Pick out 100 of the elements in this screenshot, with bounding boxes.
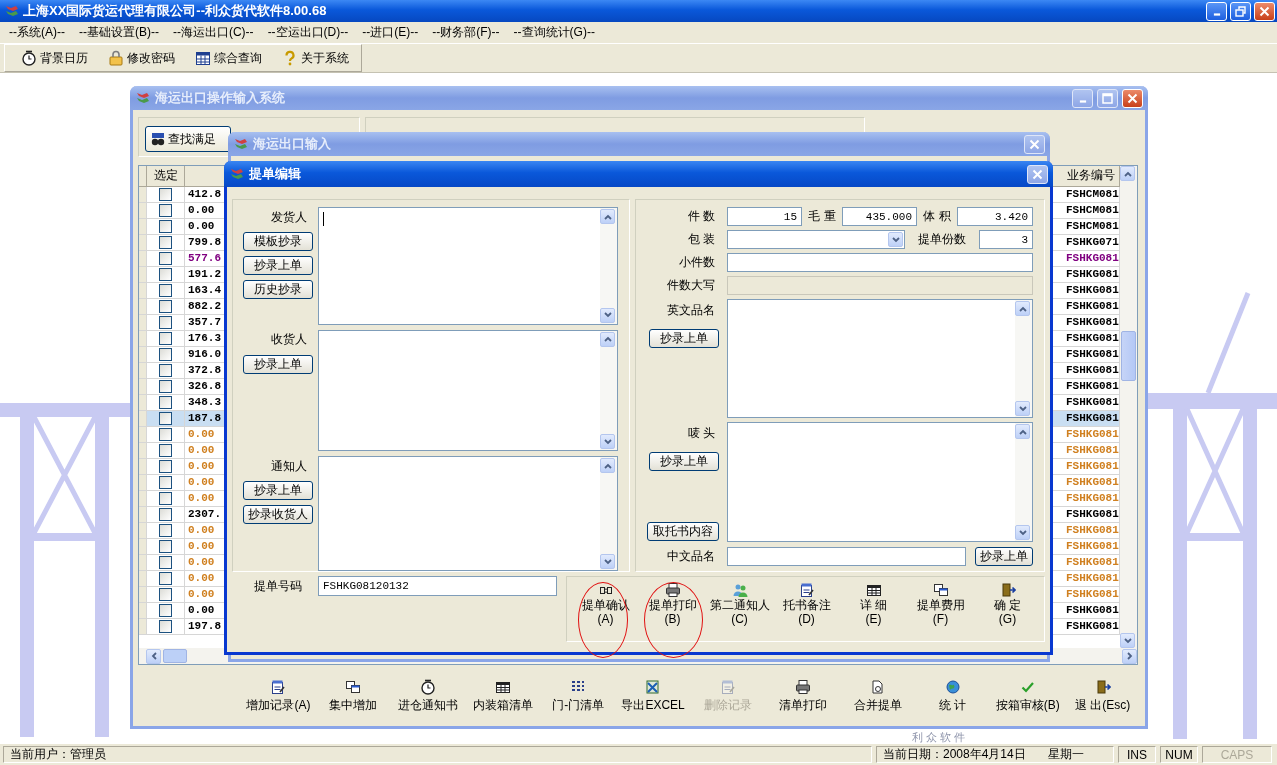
checkbox[interactable] (159, 587, 172, 601)
menu-item[interactable]: --进口(E)-- (355, 24, 426, 41)
copy-button[interactable]: 抄录上单 (649, 329, 719, 348)
copy-button[interactable]: 抄录上单 (243, 354, 313, 374)
copy-button[interactable]: 抄录上单 (243, 481, 313, 501)
scrollbar[interactable] (1015, 300, 1032, 417)
checkbox[interactable] (159, 459, 172, 473)
checkbox[interactable] (159, 251, 172, 265)
checkbox[interactable] (159, 523, 172, 537)
scroll-down-button[interactable] (600, 307, 615, 323)
dropdown[interactable] (727, 230, 905, 249)
menu-item[interactable]: --查询统计(G)-- (506, 24, 602, 41)
checkbox[interactable] (159, 347, 172, 361)
checkbox[interactable] (159, 539, 172, 553)
checkbox[interactable] (159, 299, 172, 313)
checkbox[interactable] (159, 331, 172, 345)
text-area[interactable] (318, 329, 618, 452)
action-button[interactable]: 详 细 (E) (859, 582, 888, 641)
scroll-up-button[interactable] (1120, 166, 1135, 181)
toolbar-button[interactable]: 清单打印 (765, 679, 841, 714)
text-area[interactable] (318, 207, 618, 325)
scrollbar[interactable] (600, 208, 617, 324)
checkbox[interactable] (159, 571, 172, 585)
action-button[interactable]: 提单费用 (F) (916, 582, 965, 641)
toolbar-button[interactable]: 增加记录(A) (241, 679, 316, 714)
action-button[interactable]: 确 定 (G) (993, 582, 1022, 641)
menu-item[interactable]: --海运出口(C)-- (165, 24, 261, 41)
toolbar-button[interactable]: 背景日历 (21, 49, 88, 67)
checkbox[interactable] (159, 603, 172, 617)
scrollbar[interactable] (600, 330, 617, 451)
checkbox[interactable] (159, 267, 172, 281)
copy-button[interactable]: 模板抄录 (243, 232, 313, 251)
scroll-thumb[interactable] (163, 649, 187, 663)
toolbar-button[interactable]: 导出EXCEL (615, 679, 691, 714)
copy-button[interactable]: 抄录上单 (649, 452, 719, 471)
checkbox[interactable] (159, 491, 172, 505)
action-button[interactable]: 托书备注 (D) (782, 582, 831, 641)
toolbar-button[interactable]: 合并提单 (840, 679, 916, 714)
menu-item[interactable]: --财务部(F)-- (425, 24, 507, 41)
scroll-up-button[interactable] (1015, 424, 1030, 439)
input-field[interactable] (727, 546, 967, 566)
input-field[interactable] (727, 253, 1033, 272)
menu-item[interactable]: --空运出口(D)-- (260, 24, 356, 41)
scrollbar[interactable] (1015, 423, 1032, 541)
close-button[interactable] (1024, 134, 1045, 154)
close-button[interactable] (1027, 164, 1048, 184)
text-area[interactable] (318, 456, 618, 571)
scroll-up-button[interactable] (600, 458, 615, 474)
copy-button[interactable]: 抄录收货人 (243, 505, 313, 525)
scroll-up-button[interactable] (600, 209, 615, 224)
checkbox[interactable] (159, 235, 172, 249)
scroll-down-button[interactable] (1015, 525, 1030, 540)
fetch-button[interactable]: 取托书内容 (647, 522, 719, 541)
toolbar-button[interactable]: 门-门清单 (540, 679, 616, 714)
scroll-right-button[interactable] (1122, 648, 1137, 664)
checkbox[interactable] (159, 619, 172, 633)
scroll-left-button[interactable] (146, 648, 161, 664)
toolbar-button[interactable]: 关于系统 (282, 49, 349, 67)
search-button[interactable]: 查找满足 (145, 126, 231, 152)
copy-button[interactable]: 抄录上单 (975, 546, 1033, 566)
input-field[interactable]: 3.420 (957, 207, 1033, 226)
checkbox[interactable] (159, 475, 172, 489)
input-field[interactable]: FSHKG08120132 (318, 576, 557, 596)
checkbox[interactable] (159, 427, 172, 441)
scroll-down-button[interactable] (600, 434, 615, 450)
checkbox[interactable] (159, 379, 172, 393)
copy-button[interactable]: 抄录上单 (243, 256, 313, 275)
checkbox[interactable] (159, 411, 172, 425)
checkbox[interactable] (159, 507, 172, 521)
checkbox[interactable] (159, 555, 172, 569)
checkbox[interactable] (159, 315, 172, 329)
scroll-down-button[interactable] (600, 554, 615, 569)
checkbox[interactable] (159, 283, 172, 297)
menu-item[interactable]: --基础设置(B)-- (72, 24, 166, 41)
dropdown-arrow-button[interactable] (888, 232, 903, 247)
restore-button[interactable] (1230, 1, 1251, 21)
toolbar-button[interactable]: 统 计 (915, 679, 991, 714)
input-field[interactable]: 3 (979, 230, 1033, 249)
toolbar-button[interactable]: 集中增加 (315, 679, 391, 714)
toolbar-button[interactable]: 进仓通知书 (390, 679, 466, 714)
scroll-thumb[interactable] (1121, 331, 1136, 381)
checkbox[interactable] (159, 187, 172, 201)
toolbar-button[interactable]: 修改密码 (108, 49, 175, 67)
checkbox[interactable] (159, 219, 172, 233)
copy-button[interactable]: 历史抄录 (243, 280, 313, 299)
column-header[interactable]: 选定 (147, 166, 185, 186)
input-field[interactable]: 435.000 (842, 207, 917, 226)
toolbar-button[interactable]: 综合查询 (195, 49, 262, 67)
text-area[interactable] (727, 299, 1033, 418)
toolbar-button[interactable]: 退 出(Esc) (1065, 679, 1141, 714)
toolbar-button[interactable]: 内装箱清单 (465, 679, 541, 714)
scroll-up-button[interactable] (600, 331, 615, 347)
toolbar-button[interactable]: 按箱审核(B) (990, 679, 1066, 714)
scroll-down-button[interactable] (1015, 401, 1030, 416)
scrollbar[interactable] (600, 457, 617, 570)
maximize-button[interactable] (1097, 88, 1118, 108)
scrollbar[interactable] (1120, 166, 1137, 648)
checkbox[interactable] (159, 395, 172, 409)
action-button[interactable]: 第二通知人 (C) (709, 582, 770, 641)
input-field[interactable]: 15 (727, 207, 802, 226)
